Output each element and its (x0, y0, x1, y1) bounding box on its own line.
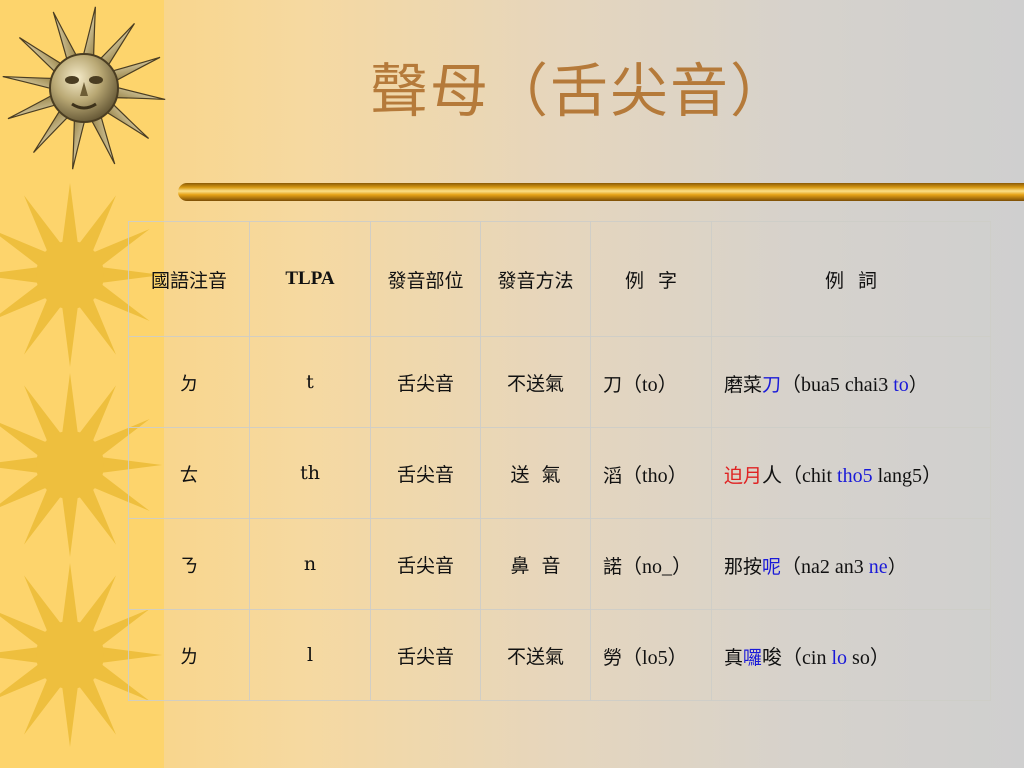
example-word-segment: 那按 (724, 555, 763, 578)
example-word-segment: 刀 (762, 373, 782, 396)
example-word-cell: 真囉唆（cin lo so） (711, 609, 991, 701)
example-char: 勞 (603, 646, 623, 669)
example-word-cell: 磨菜刀（bua5 chai3 to） (711, 336, 991, 428)
example-word-segment: 唆（cin (762, 646, 832, 669)
manner-cell: 鼻 音 (480, 518, 591, 610)
zhuyin-cell: ㄌ (128, 609, 250, 701)
example-char-cell: 勞（lo5） (590, 609, 712, 701)
manner-cell: 不送氣 (480, 336, 591, 428)
example-char-cell: 諾（no_） (590, 518, 712, 610)
example-word-segment: ne (868, 555, 888, 578)
zhuyin-cell: ㄊ (128, 427, 250, 519)
example-char: 刀 (603, 373, 623, 396)
example-char-roman: （tho） (622, 464, 688, 487)
example-char-roman: （no_） (622, 555, 693, 578)
example-word-segment: 真 (724, 646, 744, 669)
table-row: ㄊ th 舌尖音送 氣滔（tho） 迫月人（chit tho5 lang5） (128, 427, 991, 519)
example-word-segment: 迫 (724, 464, 744, 487)
header-tlpa: TLPA (249, 221, 371, 337)
example-word-cell: 那按呢（na2 an3 ne） (711, 518, 991, 610)
example-char-cell: 滔（tho） (590, 427, 712, 519)
example-word-segment: （na2 an3 (781, 555, 869, 578)
manner-cell: 送 氣 (480, 427, 591, 519)
example-char: 滔 (603, 464, 623, 487)
example-word-segment: 磨菜 (724, 373, 763, 396)
example-word-segment: ） (887, 555, 907, 578)
zhuyin-cell: ㄋ (128, 518, 250, 610)
tlpa-cell: l (249, 609, 371, 701)
example-word-segment: tho5 (837, 464, 873, 487)
manner-cell: 不送氣 (480, 609, 591, 701)
example-word-segment: to (893, 373, 909, 396)
example-char-roman: （lo5） (622, 646, 688, 669)
table-header-row: 國語注音 TLPA 發音部位 發音方法 例字 例詞 (128, 221, 991, 337)
zhuyin-cell: ㄉ (128, 336, 250, 428)
example-char-cell: 刀（to） (590, 336, 712, 428)
example-word-segment: 人（chit (762, 464, 838, 487)
table-row: ㄌ l 舌尖音 不送氣 勞（lo5） 真囉唆（cin lo so） (128, 609, 991, 701)
example-word-segment: 呢 (762, 555, 782, 578)
table-row: ㄋ n 舌尖音鼻 音諾（no_） 那按呢（na2 an3 ne） (128, 518, 991, 610)
tlpa-cell: n (249, 518, 371, 610)
example-word-cell: 迫月人（chit tho5 lang5） (711, 427, 991, 519)
example-char-roman: （to） (622, 373, 678, 396)
initials-table: 國語注音 TLPA 發音部位 發音方法 例字 例詞 ㄉ t 舌尖音 不送氣 刀（to）磨… (128, 221, 991, 701)
header-example-word: 例詞 (711, 221, 991, 337)
example-word-segment: lo (831, 646, 848, 669)
example-word-segment: ） (908, 373, 928, 396)
example-word-segment: 月 (743, 464, 763, 487)
example-word-segment: 囉 (743, 646, 763, 669)
sun-face-icon (2, 6, 166, 170)
example-word-segment: so） (847, 646, 890, 669)
place-cell: 舌尖音 (370, 518, 481, 610)
header-zhuyin: 國語注音 (128, 221, 250, 337)
tlpa-cell: th (249, 427, 371, 519)
example-word-segment: lang5） (872, 464, 943, 487)
example-word-segment: （bua5 chai3 (781, 373, 894, 396)
tlpa-cell: t (249, 336, 371, 428)
header-place: 發音部位 (370, 221, 481, 337)
table-row: ㄉ t 舌尖音 不送氣 刀（to） 磨菜刀（bua5 chai3 to） (128, 336, 991, 428)
place-cell: 舌尖音 (370, 427, 481, 519)
title-divider (178, 183, 1024, 201)
header-example-char: 例字 (590, 221, 712, 337)
slide-title: 聲母（舌尖音） (369, 57, 790, 125)
example-char: 諾 (603, 555, 623, 578)
header-manner: 發音方法 (480, 221, 591, 337)
place-cell: 舌尖音 (370, 336, 481, 428)
place-cell: 舌尖音 (370, 609, 481, 701)
